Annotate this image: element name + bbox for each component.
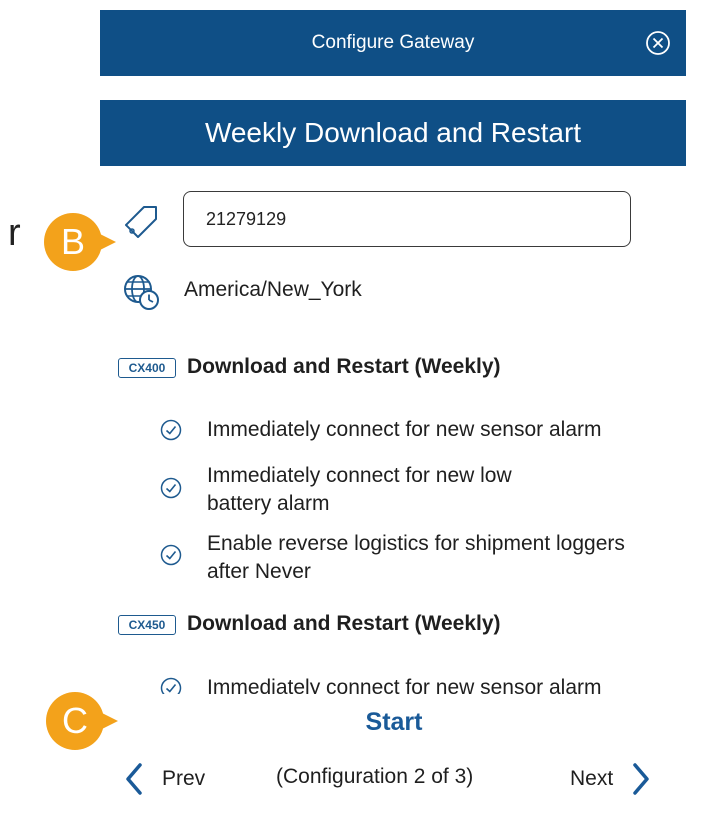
- next-button[interactable]: Next: [570, 758, 655, 800]
- callout-marker-b: B: [44, 213, 116, 271]
- group-heading-cx400: Download and Restart (Weekly): [187, 355, 501, 378]
- option-line: battery alarm: [207, 492, 330, 515]
- option-sensor-alarm-cx400: Immediately connect for new sensor alarm: [207, 416, 602, 444]
- chevron-right-icon: [633, 763, 649, 795]
- configuration-progress: (Configuration 2 of 3): [276, 765, 474, 788]
- dialog-title: Configure Gateway: [311, 32, 475, 53]
- option-line: Immediately connect for new low: [207, 464, 512, 487]
- option-line: Enable reverse logistics for shipment lo…: [207, 532, 625, 555]
- callout-marker-c: C: [46, 692, 118, 750]
- option-line: Immediately connect for new sensor alarm: [207, 418, 602, 441]
- globe-clock-icon: [121, 272, 161, 312]
- dialog-header: Configure Gateway: [100, 10, 686, 76]
- check-circle-icon: [160, 677, 182, 694]
- option-reverse-logistics-cx400: Enable reverse logistics for shipment lo…: [207, 530, 693, 586]
- chevron-left-icon: [126, 763, 142, 795]
- option-battery-alarm-cx400: Immediately connect for new low battery …: [207, 462, 512, 518]
- model-badge-cx450: CX450: [118, 615, 176, 635]
- close-button[interactable]: [644, 29, 672, 57]
- prev-button[interactable]: Prev: [120, 758, 205, 800]
- close-circle-icon: [646, 31, 670, 55]
- group-heading-cx450: Download and Restart (Weekly): [187, 612, 501, 635]
- option-line: after Never: [207, 560, 311, 583]
- prev-label: Prev: [162, 767, 206, 790]
- scroll-clip: Immediately connect for new sensor alarm: [100, 670, 700, 694]
- start-button[interactable]: Start: [330, 702, 458, 742]
- tag-icon: [120, 201, 162, 243]
- check-circle-icon: [160, 544, 182, 566]
- next-label: Next: [570, 767, 614, 790]
- check-circle-icon: [160, 477, 182, 499]
- serial-number-input[interactable]: [183, 191, 631, 247]
- cropped-text: r: [8, 212, 21, 254]
- model-badge-cx400: CX400: [118, 358, 176, 378]
- check-circle-icon: [160, 419, 182, 441]
- option-line: Immediately connect for new sensor alarm: [207, 676, 602, 694]
- timezone-value: America/New_York: [184, 278, 362, 301]
- option-sensor-alarm-cx450: Immediately connect for new sensor alarm: [207, 674, 602, 694]
- section-title: Weekly Download and Restart: [204, 117, 582, 148]
- section-header: Weekly Download and Restart: [100, 100, 686, 166]
